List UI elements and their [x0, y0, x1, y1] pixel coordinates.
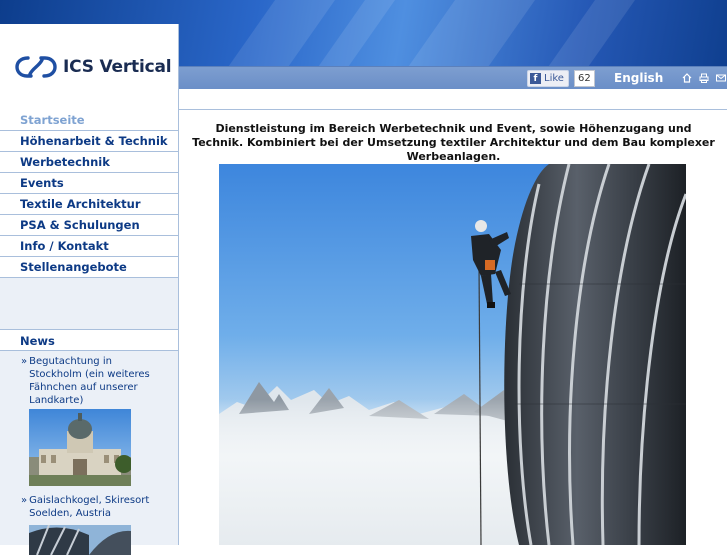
facebook-icon: f: [530, 73, 541, 84]
intro-text: Dienstleistung im Bereich Werbetechnik u…: [192, 122, 715, 163]
sidebar-item-hoehenarbeit[interactable]: Höhenarbeit & Technik: [0, 131, 178, 152]
news-item-text[interactable]: Begutachtung in Stockholm (ein weiteres …: [29, 355, 159, 407]
facebook-like-label: Like: [544, 73, 564, 84]
sidebar-item-startseite[interactable]: Startseite: [0, 110, 178, 131]
mail-icon[interactable]: [716, 73, 726, 83]
news-heading: News: [0, 330, 178, 351]
facebook-like-button[interactable]: f Like: [527, 70, 569, 87]
sidebar-item-stellenangebote[interactable]: Stellenangebote: [0, 257, 178, 278]
news-thumbnail-gaislachkogel[interactable]: [29, 525, 131, 555]
news-list: » Begutachtung in Stockholm (ein weiteres…: [0, 351, 178, 555]
news-item[interactable]: » Begutachtung in Stockholm (ein weiteres…: [21, 355, 178, 407]
print-icon[interactable]: [699, 73, 709, 83]
news-bullet: »: [21, 356, 28, 367]
sidebar-spacer: [0, 278, 178, 330]
sidebar-item-info-kontakt[interactable]: Info / Kontakt: [0, 236, 178, 257]
subbar: [179, 89, 727, 110]
sidebar-item-werbetechnik[interactable]: Werbetechnik: [0, 152, 178, 173]
sidebar-item-events[interactable]: Events: [0, 173, 178, 194]
toolbar: f Like 62 English: [179, 66, 727, 91]
ics-logo-icon: [15, 56, 57, 78]
hero-image: [219, 164, 686, 545]
logo-text: ICS Vertical: [63, 57, 172, 77]
sidebar-item-psa-schulungen[interactable]: PSA & Schulungen: [0, 215, 178, 236]
home-icon[interactable]: [682, 73, 692, 83]
news-item[interactable]: » Gaislachkogel, Skiresort Soelden, Austr…: [21, 494, 178, 520]
logo[interactable]: ICS Vertical: [0, 24, 179, 110]
language-link-english[interactable]: English: [614, 71, 663, 85]
news-item-text[interactable]: Gaislachkogel, Skiresort Soelden, Austri…: [29, 494, 159, 520]
sidebar: Startseite Höhenarbeit & Technik Werbete…: [0, 110, 179, 555]
news-thumbnail-stockholm[interactable]: [29, 409, 131, 486]
news-bullet: »: [21, 495, 28, 506]
facebook-like-count: 62: [574, 70, 595, 87]
sidebar-item-textile-architektur[interactable]: Textile Architektur: [0, 194, 178, 215]
